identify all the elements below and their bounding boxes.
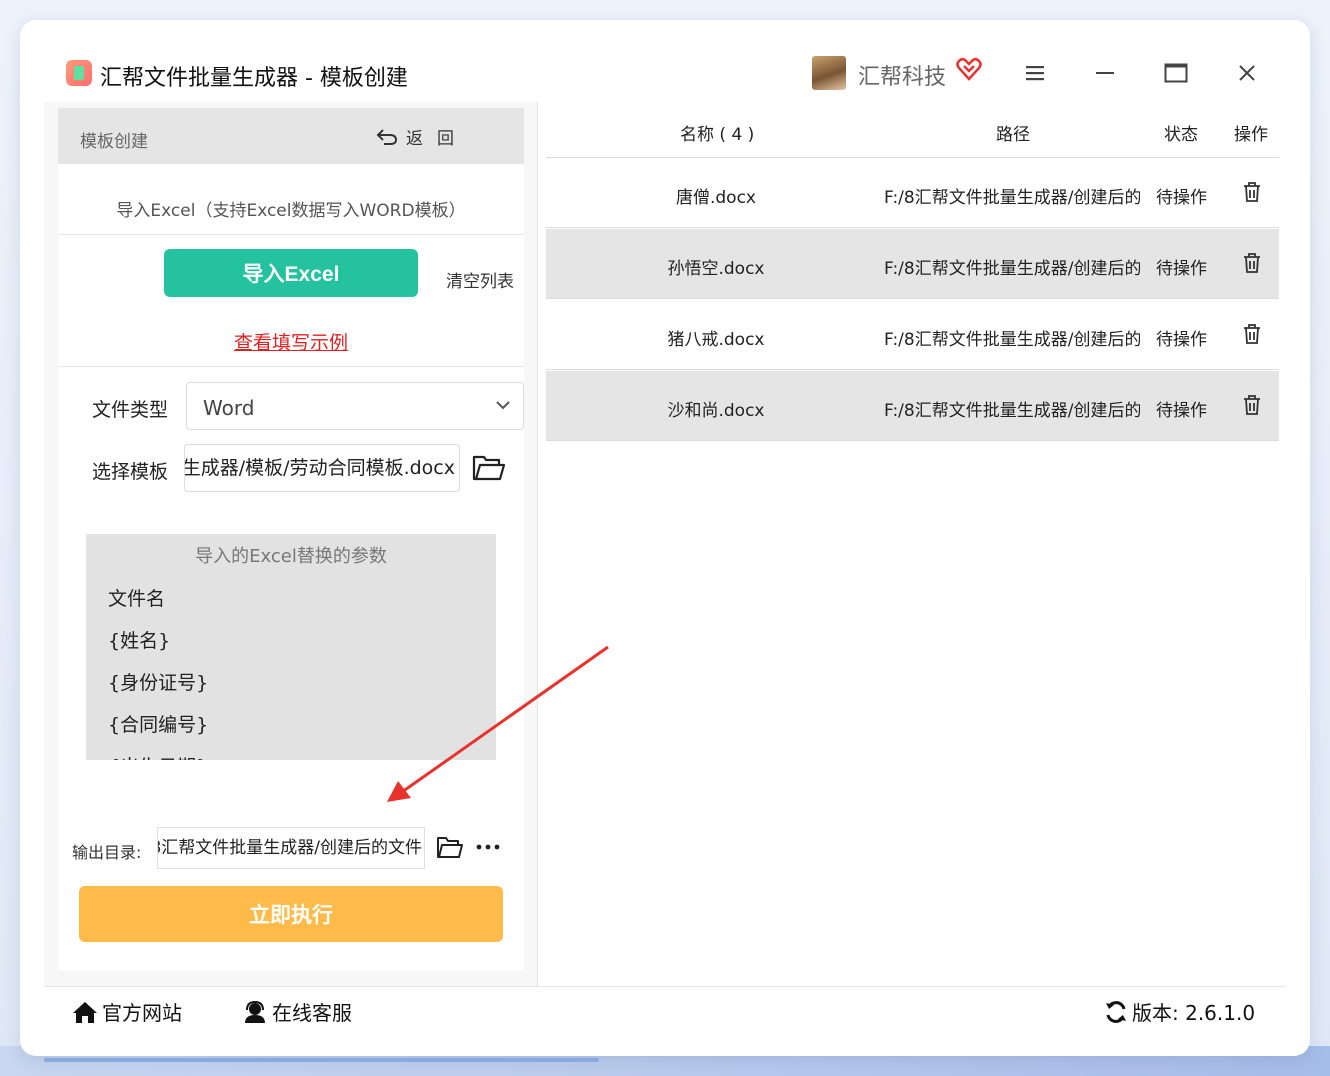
title-bar: 汇帮文件批量生成器 - 模板创建 汇帮科技 <box>20 20 1310 102</box>
template-label: 选择模板 <box>92 461 169 483</box>
param-item: {出生日期} <box>108 752 208 760</box>
table-row[interactable]: 孙悟空.docx F:/8汇帮文件批量生成器/创建后的文件 待操作 <box>546 229 1279 299</box>
panel-header: 模板创建 返回 <box>58 108 524 164</box>
online-service-link[interactable]: 在线客服 <box>242 997 352 1026</box>
file-status: 待操作 <box>1156 259 1207 279</box>
footer-bar: 官方网站 在线客服 版本: 2.6.1.0 <box>44 986 1286 1032</box>
file-type-label: 文件类型 <box>92 399 169 421</box>
trash-icon[interactable] <box>1242 252 1262 274</box>
file-name: 猪八戒.docx <box>667 330 765 350</box>
official-site-link[interactable]: 官方网站 <box>72 997 182 1026</box>
online-service-label: 在线客服 <box>272 1001 352 1025</box>
file-status: 待操作 <box>1156 401 1207 421</box>
param-item: {身份证号} <box>108 672 209 694</box>
folder-icon[interactable] <box>472 454 506 482</box>
output-dir-input[interactable]: F:/8汇帮文件批量生成器/创建后的文件 <box>157 827 425 869</box>
import-tip: 导入Excel（支持Excel数据写入WORD模板） <box>116 201 466 221</box>
template-path-value: 汇帮文件批量生成器/模板/劳动合同模板.docx <box>184 457 455 479</box>
file-path: F:/8汇帮文件批量生成器/创建后的文件 <box>884 401 1140 421</box>
file-status: 待操作 <box>1156 188 1207 208</box>
app-title: 汇帮文件批量生成器 - 模板创建 <box>100 66 408 91</box>
column-status: 状态 <box>1164 125 1198 145</box>
template-path-input[interactable]: 汇帮文件批量生成器/模板/劳动合同模板.docx <box>184 444 460 492</box>
output-dir-value: F:/8汇帮文件批量生成器/创建后的文件 <box>157 838 422 858</box>
template-panel: 模板创建 返回 导入Excel（支持Excel数据写入WORD模板） 导入Exc… <box>44 102 538 986</box>
table-row[interactable]: 沙和尚.docx F:/8汇帮文件批量生成器/创建后的文件 待操作 <box>546 371 1279 441</box>
panel-title: 模板创建 <box>80 132 148 152</box>
template-panel-inner: 模板创建 返回 导入Excel（支持Excel数据写入WORD模板） 导入Exc… <box>58 108 524 970</box>
customer-service-icon <box>245 1000 265 1023</box>
back-button[interactable]: 返回 <box>376 124 468 149</box>
file-path: F:/8汇帮文件批量生成器/创建后的文件 <box>884 330 1140 350</box>
params-title: 导入的Excel替换的参数 <box>195 546 387 567</box>
back-arrow-icon <box>376 128 398 145</box>
maximize-icon <box>1164 63 1188 83</box>
divider <box>58 234 524 235</box>
vip-heart-icon[interactable] <box>956 56 982 82</box>
user-avatar[interactable] <box>812 56 846 90</box>
menu-button[interactable] <box>1020 58 1050 88</box>
param-item: {合同编号} <box>108 714 209 736</box>
file-type-value: Word <box>203 396 255 420</box>
brand-name: 汇帮科技 <box>858 65 947 90</box>
file-name: 孙悟空.docx <box>667 259 765 279</box>
file-status: 待操作 <box>1156 330 1207 350</box>
divider <box>58 366 524 367</box>
table-row[interactable]: 猪八戒.docx F:/8汇帮文件批量生成器/创建后的文件 待操作 <box>546 300 1279 370</box>
table-row[interactable]: 唐僧.docx F:/8汇帮文件批量生成器/创建后的文件 待操作 <box>546 158 1279 228</box>
example-link[interactable]: 查看填写示例 <box>58 328 524 355</box>
minimize-button[interactable] <box>1090 58 1120 88</box>
official-site-label: 官方网站 <box>102 1001 182 1025</box>
file-type-select[interactable]: Word <box>186 382 524 430</box>
folder-icon[interactable] <box>436 836 464 860</box>
menu-icon <box>1026 66 1044 81</box>
version-info[interactable]: 版本: 2.6.1.0 <box>1104 997 1255 1026</box>
home-icon <box>73 1001 97 1023</box>
maximize-button[interactable] <box>1161 58 1191 88</box>
file-name: 沙和尚.docx <box>667 401 765 421</box>
more-button[interactable] <box>476 835 500 856</box>
params-box[interactable]: 导入的Excel替换的参数 文件名 {姓名} {身份证号} {合同编号} {出生… <box>86 534 496 760</box>
trash-icon[interactable] <box>1242 394 1262 416</box>
trash-icon[interactable] <box>1242 323 1262 345</box>
file-path: F:/8汇帮文件批量生成器/创建后的文件 <box>884 188 1140 208</box>
param-item: {姓名} <box>108 630 171 652</box>
back-label: 返回 <box>406 129 468 149</box>
app-window: 汇帮文件批量生成器 - 模板创建 汇帮科技 模板创建 返回 导入Excel（支持… <box>20 20 1310 1056</box>
column-action: 操作 <box>1234 125 1268 145</box>
clear-list-button[interactable]: 清空列表 <box>446 267 514 292</box>
import-excel-button[interactable]: 导入Excel <box>164 249 418 297</box>
file-name: 唐僧.docx <box>675 188 756 208</box>
output-dir-label: 输出目录: <box>72 843 142 862</box>
more-icon <box>476 844 500 850</box>
close-icon <box>1239 65 1255 81</box>
version-label: 版本: 2.6.1.0 <box>1132 1001 1256 1025</box>
desktop-highlight-bar <box>44 1058 599 1062</box>
run-now-button[interactable]: 立即执行 <box>79 886 503 942</box>
refresh-icon <box>1106 1000 1126 1023</box>
close-button[interactable] <box>1232 58 1262 88</box>
column-name: 名称 ( 4 ) <box>680 125 755 145</box>
file-path: F:/8汇帮文件批量生成器/创建后的文件 <box>884 259 1140 279</box>
trash-icon[interactable] <box>1242 181 1262 203</box>
app-logo-icon <box>66 60 92 86</box>
table-header: 名称 ( 4 ) 路径 状态 操作 <box>546 102 1279 158</box>
chevron-down-icon <box>496 401 510 410</box>
minimize-icon <box>1096 72 1114 74</box>
param-item: 文件名 <box>108 588 166 610</box>
column-path: 路径 <box>996 125 1030 145</box>
